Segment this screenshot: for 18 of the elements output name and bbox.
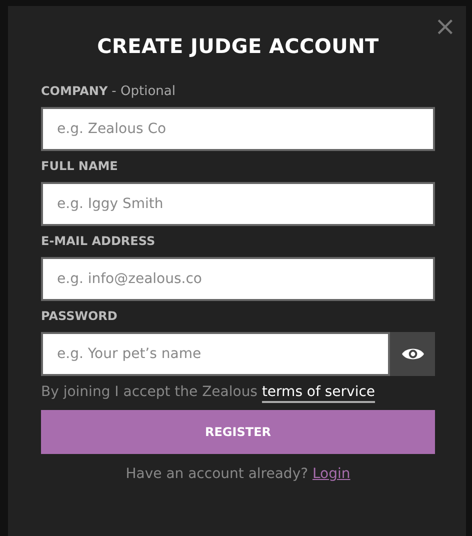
- password-field[interactable]: e.g. Your pet’s name: [41, 332, 390, 376]
- close-button[interactable]: ×: [432, 14, 458, 40]
- show-password-button[interactable]: [390, 332, 435, 376]
- field-label: PASSWORD: [41, 309, 118, 323]
- eye-icon: [400, 346, 424, 362]
- field-label: E-MAIL ADDRESS: [41, 234, 156, 248]
- input-field[interactable]: e.g. info@zealous.co: [41, 257, 435, 301]
- login-link[interactable]: Login: [312, 466, 350, 482]
- register-button[interactable]: REGISTER: [41, 410, 435, 454]
- terms-link[interactable]: terms of service: [262, 384, 376, 403]
- input-field[interactable]: e.g. Iggy Smith: [41, 182, 435, 226]
- field-label: COMPANY: [41, 84, 108, 98]
- login-text: Have an account already? Login: [124, 466, 352, 482]
- field-label: FULL NAME: [41, 159, 118, 173]
- terms-text: By joining I accept the Zealous terms of service: [41, 384, 435, 400]
- dialog-title: CREATE JUDGE ACCOUNT: [96, 34, 380, 58]
- optional-note: - Optional: [112, 84, 176, 99]
- input-field[interactable]: e.g. Zealous Co: [41, 107, 435, 151]
